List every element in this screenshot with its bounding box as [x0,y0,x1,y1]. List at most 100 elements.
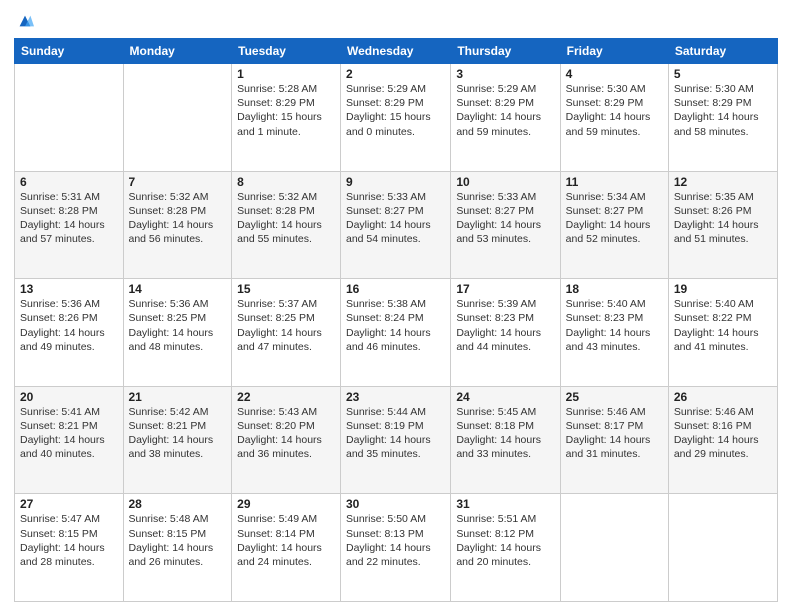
day-number: 8 [237,175,335,189]
day-info: Sunrise: 5:38 AMSunset: 8:24 PMDaylight:… [346,297,445,354]
day-number: 24 [456,390,554,404]
calendar-cell: 3Sunrise: 5:29 AMSunset: 8:29 PMDaylight… [451,64,560,172]
day-info: Sunrise: 5:49 AMSunset: 8:14 PMDaylight:… [237,512,335,569]
weekday-header: Sunday [15,39,124,64]
calendar-cell: 1Sunrise: 5:28 AMSunset: 8:29 PMDaylight… [232,64,341,172]
day-info: Sunrise: 5:33 AMSunset: 8:27 PMDaylight:… [456,190,554,247]
calendar-cell: 25Sunrise: 5:46 AMSunset: 8:17 PMDayligh… [560,386,668,494]
day-info: Sunrise: 5:43 AMSunset: 8:20 PMDaylight:… [237,405,335,462]
day-number: 16 [346,282,445,296]
day-number: 19 [674,282,772,296]
calendar-cell: 12Sunrise: 5:35 AMSunset: 8:26 PMDayligh… [668,171,777,279]
day-number: 27 [20,497,118,511]
day-number: 12 [674,175,772,189]
day-info: Sunrise: 5:41 AMSunset: 8:21 PMDaylight:… [20,405,118,462]
day-number: 20 [20,390,118,404]
day-number: 28 [129,497,227,511]
calendar-cell: 9Sunrise: 5:33 AMSunset: 8:27 PMDaylight… [341,171,451,279]
day-number: 6 [20,175,118,189]
day-number: 1 [237,67,335,81]
calendar-cell: 29Sunrise: 5:49 AMSunset: 8:14 PMDayligh… [232,494,341,602]
day-info: Sunrise: 5:36 AMSunset: 8:25 PMDaylight:… [129,297,227,354]
calendar-cell: 24Sunrise: 5:45 AMSunset: 8:18 PMDayligh… [451,386,560,494]
day-info: Sunrise: 5:46 AMSunset: 8:16 PMDaylight:… [674,405,772,462]
weekday-header: Saturday [668,39,777,64]
day-info: Sunrise: 5:34 AMSunset: 8:27 PMDaylight:… [566,190,663,247]
calendar-cell [668,494,777,602]
calendar-cell: 10Sunrise: 5:33 AMSunset: 8:27 PMDayligh… [451,171,560,279]
day-number: 4 [566,67,663,81]
day-number: 30 [346,497,445,511]
day-number: 25 [566,390,663,404]
day-number: 10 [456,175,554,189]
weekday-header: Monday [123,39,232,64]
day-info: Sunrise: 5:30 AMSunset: 8:29 PMDaylight:… [566,82,663,139]
day-number: 9 [346,175,445,189]
day-info: Sunrise: 5:32 AMSunset: 8:28 PMDaylight:… [237,190,335,247]
calendar-cell: 18Sunrise: 5:40 AMSunset: 8:23 PMDayligh… [560,279,668,387]
calendar-cell: 11Sunrise: 5:34 AMSunset: 8:27 PMDayligh… [560,171,668,279]
calendar-cell: 17Sunrise: 5:39 AMSunset: 8:23 PMDayligh… [451,279,560,387]
logo [14,10,34,30]
calendar-cell: 4Sunrise: 5:30 AMSunset: 8:29 PMDaylight… [560,64,668,172]
calendar-cell [15,64,124,172]
calendar-cell: 30Sunrise: 5:50 AMSunset: 8:13 PMDayligh… [341,494,451,602]
header [14,10,778,30]
day-info: Sunrise: 5:40 AMSunset: 8:22 PMDaylight:… [674,297,772,354]
calendar-cell: 27Sunrise: 5:47 AMSunset: 8:15 PMDayligh… [15,494,124,602]
calendar-header-row: SundayMondayTuesdayWednesdayThursdayFrid… [15,39,778,64]
calendar-cell: 16Sunrise: 5:38 AMSunset: 8:24 PMDayligh… [341,279,451,387]
day-number: 23 [346,390,445,404]
calendar: SundayMondayTuesdayWednesdayThursdayFrid… [14,38,778,602]
calendar-cell: 28Sunrise: 5:48 AMSunset: 8:15 PMDayligh… [123,494,232,602]
day-number: 17 [456,282,554,296]
calendar-week-row: 27Sunrise: 5:47 AMSunset: 8:15 PMDayligh… [15,494,778,602]
logo-icon [16,12,34,30]
calendar-cell: 21Sunrise: 5:42 AMSunset: 8:21 PMDayligh… [123,386,232,494]
day-number: 13 [20,282,118,296]
weekday-header: Tuesday [232,39,341,64]
calendar-cell: 23Sunrise: 5:44 AMSunset: 8:19 PMDayligh… [341,386,451,494]
day-info: Sunrise: 5:29 AMSunset: 8:29 PMDaylight:… [346,82,445,139]
day-info: Sunrise: 5:45 AMSunset: 8:18 PMDaylight:… [456,405,554,462]
calendar-week-row: 6Sunrise: 5:31 AMSunset: 8:28 PMDaylight… [15,171,778,279]
calendar-cell: 5Sunrise: 5:30 AMSunset: 8:29 PMDaylight… [668,64,777,172]
calendar-cell: 13Sunrise: 5:36 AMSunset: 8:26 PMDayligh… [15,279,124,387]
calendar-cell [560,494,668,602]
calendar-week-row: 13Sunrise: 5:36 AMSunset: 8:26 PMDayligh… [15,279,778,387]
day-info: Sunrise: 5:29 AMSunset: 8:29 PMDaylight:… [456,82,554,139]
calendar-cell: 20Sunrise: 5:41 AMSunset: 8:21 PMDayligh… [15,386,124,494]
day-number: 21 [129,390,227,404]
day-info: Sunrise: 5:48 AMSunset: 8:15 PMDaylight:… [129,512,227,569]
weekday-header: Wednesday [341,39,451,64]
day-number: 31 [456,497,554,511]
day-info: Sunrise: 5:44 AMSunset: 8:19 PMDaylight:… [346,405,445,462]
day-number: 14 [129,282,227,296]
day-info: Sunrise: 5:47 AMSunset: 8:15 PMDaylight:… [20,512,118,569]
day-info: Sunrise: 5:35 AMSunset: 8:26 PMDaylight:… [674,190,772,247]
day-number: 11 [566,175,663,189]
day-info: Sunrise: 5:46 AMSunset: 8:17 PMDaylight:… [566,405,663,462]
calendar-cell: 6Sunrise: 5:31 AMSunset: 8:28 PMDaylight… [15,171,124,279]
day-number: 29 [237,497,335,511]
calendar-cell: 19Sunrise: 5:40 AMSunset: 8:22 PMDayligh… [668,279,777,387]
calendar-cell: 31Sunrise: 5:51 AMSunset: 8:12 PMDayligh… [451,494,560,602]
day-info: Sunrise: 5:42 AMSunset: 8:21 PMDaylight:… [129,405,227,462]
calendar-cell: 2Sunrise: 5:29 AMSunset: 8:29 PMDaylight… [341,64,451,172]
day-info: Sunrise: 5:36 AMSunset: 8:26 PMDaylight:… [20,297,118,354]
day-number: 2 [346,67,445,81]
calendar-cell: 8Sunrise: 5:32 AMSunset: 8:28 PMDaylight… [232,171,341,279]
calendar-week-row: 20Sunrise: 5:41 AMSunset: 8:21 PMDayligh… [15,386,778,494]
calendar-cell: 22Sunrise: 5:43 AMSunset: 8:20 PMDayligh… [232,386,341,494]
calendar-cell: 7Sunrise: 5:32 AMSunset: 8:28 PMDaylight… [123,171,232,279]
calendar-cell: 15Sunrise: 5:37 AMSunset: 8:25 PMDayligh… [232,279,341,387]
weekday-header: Friday [560,39,668,64]
day-info: Sunrise: 5:33 AMSunset: 8:27 PMDaylight:… [346,190,445,247]
day-info: Sunrise: 5:39 AMSunset: 8:23 PMDaylight:… [456,297,554,354]
day-info: Sunrise: 5:30 AMSunset: 8:29 PMDaylight:… [674,82,772,139]
day-number: 3 [456,67,554,81]
calendar-cell [123,64,232,172]
day-number: 22 [237,390,335,404]
day-number: 26 [674,390,772,404]
day-info: Sunrise: 5:32 AMSunset: 8:28 PMDaylight:… [129,190,227,247]
